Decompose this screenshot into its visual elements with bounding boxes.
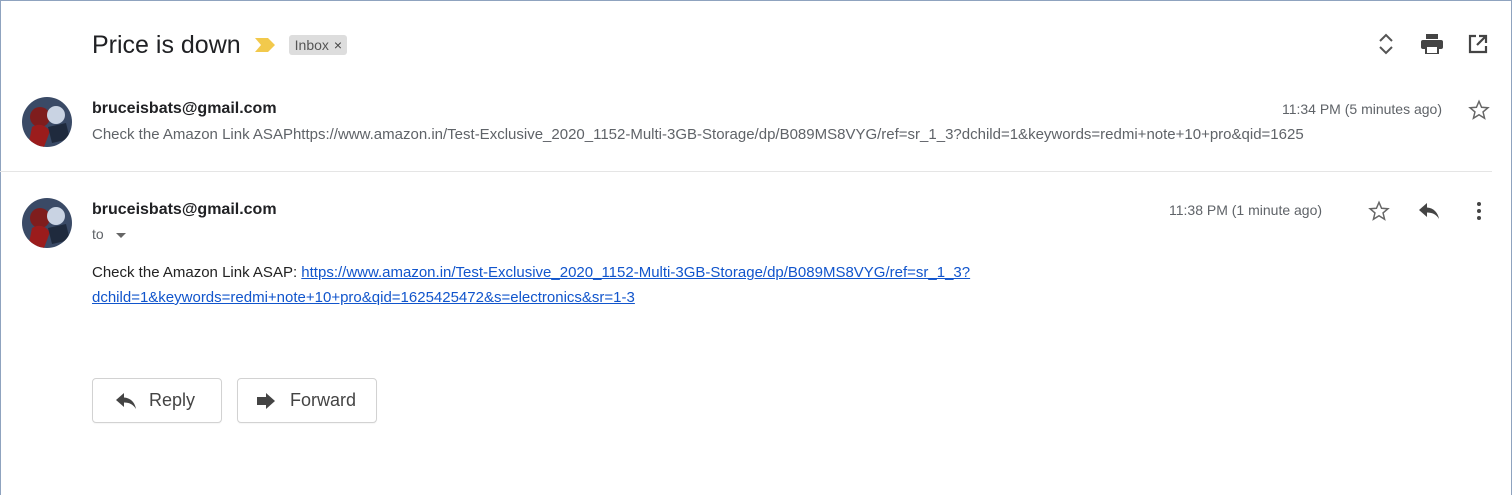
sender-avatar — [22, 97, 72, 147]
remove-label-icon[interactable]: × — [334, 37, 342, 53]
forward-button-label: Forward — [290, 390, 357, 410]
thread-toolbar — [1374, 32, 1490, 56]
reply-button-label: Reply — [149, 390, 196, 410]
reply-button[interactable]: Reply — [92, 378, 222, 423]
reply-icon[interactable] — [1417, 199, 1441, 223]
importance-marker-icon[interactable] — [254, 38, 275, 52]
window-frame — [0, 0, 1512, 495]
sender-avatar — [22, 198, 72, 248]
expand-all-icon[interactable] — [1374, 32, 1398, 56]
message-time: 11:38 PM (1 minute ago) — [1169, 202, 1323, 218]
to-label: to — [92, 226, 104, 242]
sender-name: bruceisbats@gmail.com — [92, 201, 277, 218]
sender-name: bruceisbats@gmail.com — [92, 100, 277, 117]
label-chip-inbox: Inbox × — [288, 35, 348, 55]
open-in-new-window-icon[interactable] — [1466, 32, 1490, 56]
forward-icon — [256, 390, 278, 412]
more-options-icon[interactable] — [1467, 199, 1491, 223]
reply-icon — [115, 390, 137, 412]
collapsed-message[interactable]: bruceisbats@gmail.com 11:34 PM (5 minute… — [0, 90, 1492, 172]
star-icon[interactable] — [1367, 199, 1391, 223]
subject-title: Price is down — [92, 30, 241, 59]
message-snippet: Check the Amazon Link ASAPhttps://www.am… — [92, 126, 1304, 143]
subject-row: Price is down Inbox × — [92, 28, 348, 62]
forward-button[interactable]: Forward — [237, 378, 377, 423]
message-time: 11:34 PM (5 minutes ago) — [1281, 101, 1442, 117]
label-chip-text: Inbox — [294, 37, 329, 53]
chevron-down-icon — [115, 232, 126, 238]
recipient-details-toggle[interactable]: to — [92, 226, 126, 242]
star-icon[interactable] — [1467, 98, 1491, 122]
print-icon[interactable] — [1420, 32, 1444, 56]
message-body: Check the Amazon Link ASAP: https://www.… — [92, 260, 1312, 310]
body-text: Check the Amazon Link ASAP: — [92, 264, 302, 281]
